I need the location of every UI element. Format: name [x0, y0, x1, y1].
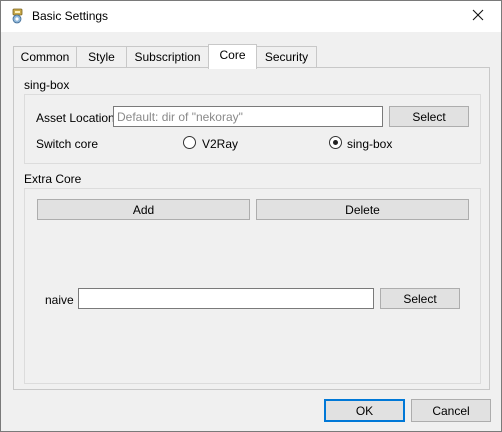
tab-core[interactable]: Core	[208, 44, 257, 69]
tab-subscription[interactable]: Subscription	[126, 46, 209, 68]
singbox-group: Asset Location Select Switch core V2Ray …	[24, 94, 481, 164]
cancel-button[interactable]: Cancel	[411, 399, 491, 422]
core-tab-panel: sing-box Asset Location Select Switch co…	[13, 67, 490, 390]
ok-button[interactable]: OK	[324, 399, 405, 422]
v2ray-radio[interactable]	[183, 136, 196, 149]
add-core-button[interactable]: Add	[37, 199, 250, 220]
extra-core-group: Add Delete naive Select	[24, 188, 481, 384]
extra-core-name-label: naive	[45, 293, 74, 307]
extra-core-path-input[interactable]	[78, 288, 374, 309]
asset-location-input[interactable]	[113, 106, 383, 127]
asset-location-select-button[interactable]: Select	[389, 106, 469, 127]
close-button[interactable]	[455, 1, 501, 32]
v2ray-radio-label[interactable]: V2Ray	[202, 137, 238, 151]
asset-location-label: Asset Location	[36, 111, 115, 125]
delete-core-button[interactable]: Delete	[256, 199, 469, 220]
extra-core-select-button[interactable]: Select	[380, 288, 460, 309]
tab-security[interactable]: Security	[256, 46, 317, 68]
extra-core-group-title: Extra Core	[24, 172, 82, 186]
switch-core-label: Switch core	[36, 137, 99, 151]
basic-settings-dialog: Basic Settings Common Style Subscription…	[0, 0, 502, 432]
window-title: Basic Settings	[32, 9, 109, 23]
tab-style[interactable]: Style	[76, 46, 127, 68]
singbox-radio-label[interactable]: sing-box	[347, 137, 392, 151]
app-icon	[10, 8, 26, 24]
singbox-group-title: sing-box	[24, 78, 70, 92]
title-bar: Basic Settings	[1, 1, 501, 32]
singbox-radio[interactable]	[329, 136, 342, 149]
close-icon	[472, 8, 484, 26]
tab-common[interactable]: Common	[13, 46, 77, 68]
